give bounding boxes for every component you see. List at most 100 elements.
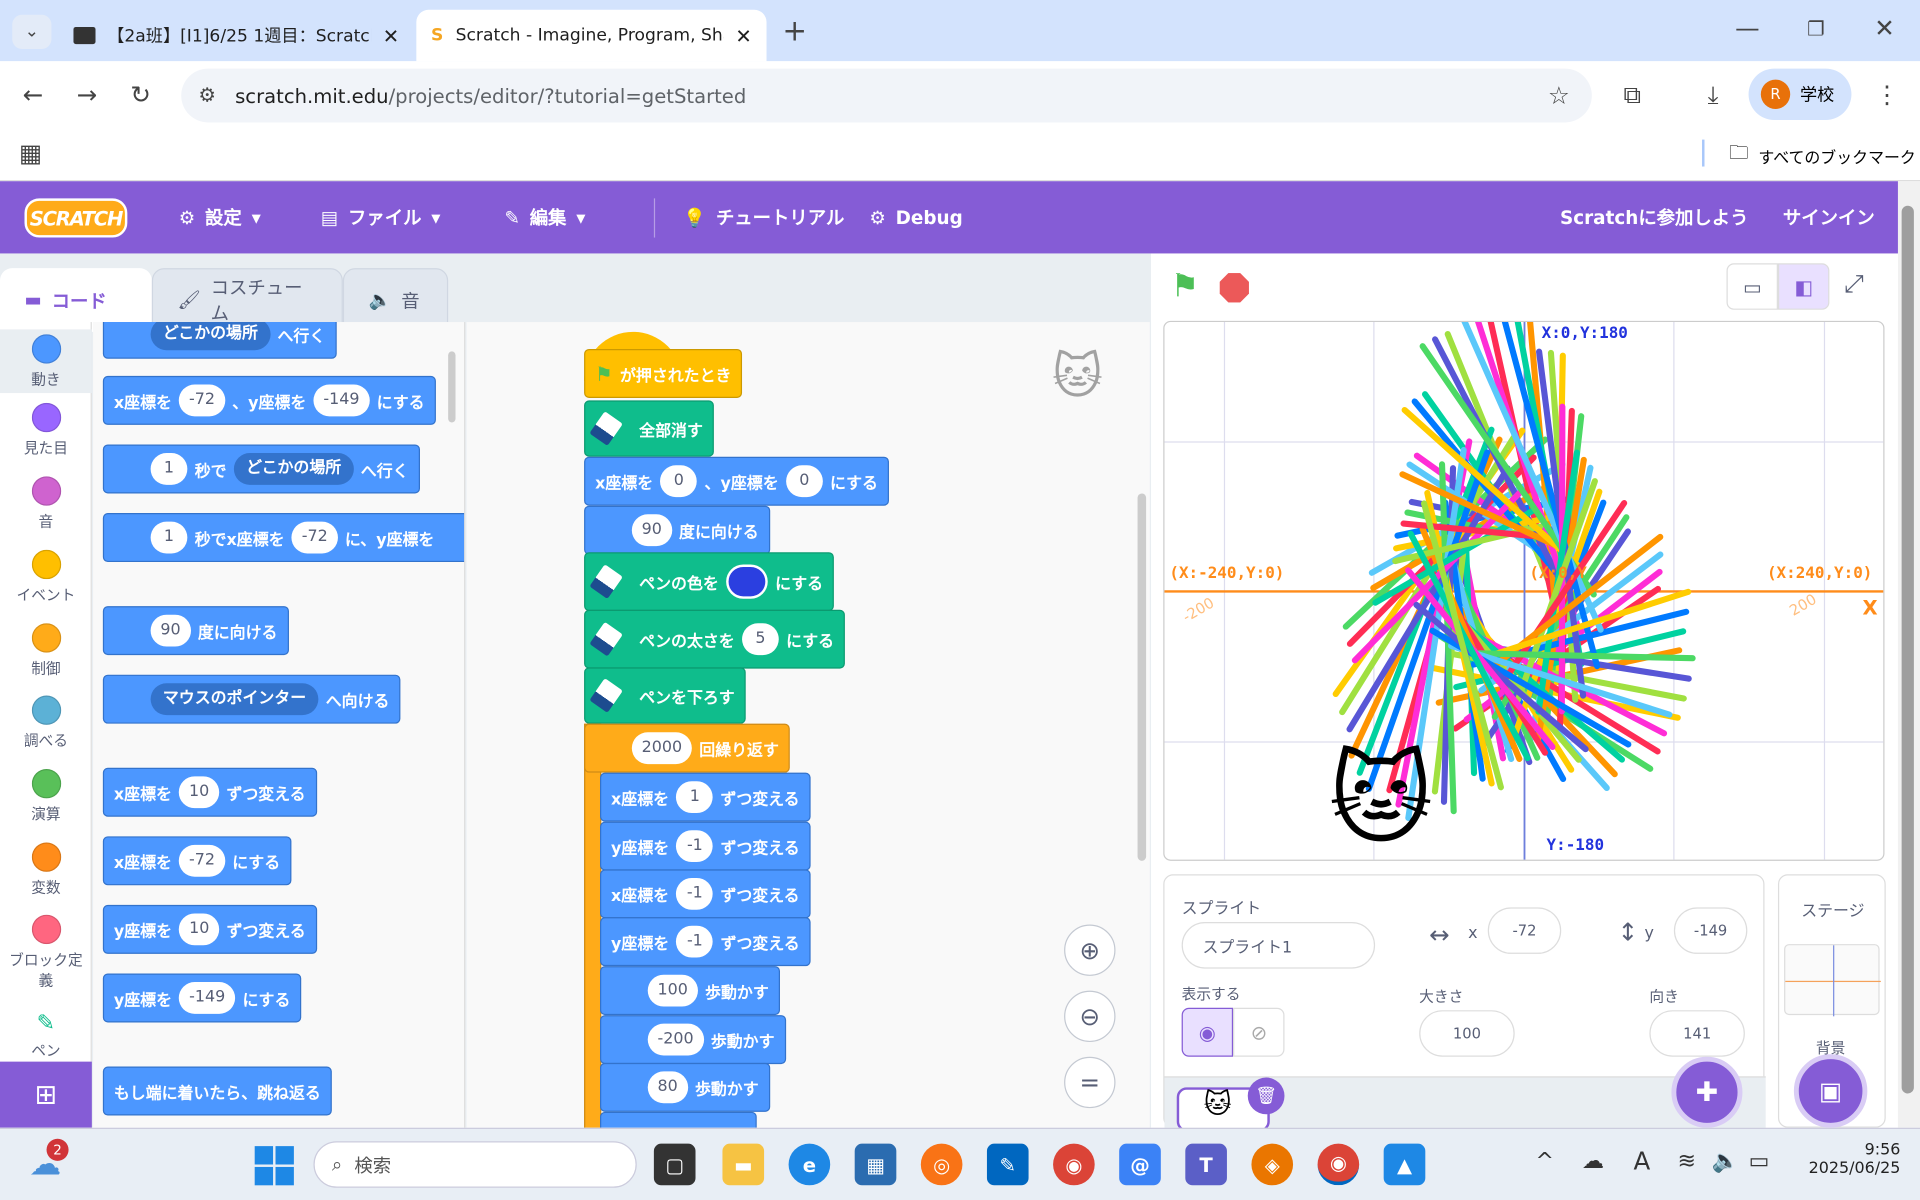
block-change-x[interactable]: x座標を 10 ずつ変える bbox=[102, 767, 317, 817]
steps-input[interactable]: 80 bbox=[647, 1071, 688, 1104]
chrome-active-icon[interactable]: ◉ bbox=[1317, 1143, 1360, 1186]
category-operators[interactable]: 演算 bbox=[0, 768, 92, 824]
store-icon[interactable]: ▦ bbox=[854, 1143, 897, 1186]
edit-menu[interactable]: ✎ 編集 ▾ bbox=[504, 181, 585, 253]
add-sprite-button[interactable]: ✚ bbox=[1671, 1056, 1743, 1128]
palette-scrollbar[interactable] bbox=[448, 351, 456, 423]
block-set-pen-size[interactable]: ペンの太さを 5 にする bbox=[584, 609, 846, 669]
tab-scratch[interactable]: S Scratch - Imagine, Program, Sha ✕ bbox=[416, 9, 767, 62]
site-info-icon[interactable]: ⚙ bbox=[198, 83, 216, 106]
wifi-icon[interactable]: ≋ bbox=[1678, 1149, 1696, 1175]
block-glide-random[interactable]: 1 秒で どこかの場所 へ行く bbox=[102, 444, 420, 494]
block-goto-random[interactable]: どこかの場所 へ行く bbox=[102, 322, 337, 359]
large-stage-button[interactable]: ◧ bbox=[1777, 263, 1830, 310]
category-events[interactable]: イベント bbox=[0, 549, 92, 605]
block-change-y[interactable]: y座標を 10 ずつ変える bbox=[102, 904, 317, 954]
category-sound[interactable]: 音 bbox=[0, 476, 92, 531]
small-stage-button[interactable]: ▭ bbox=[1726, 263, 1778, 310]
stage-canvas[interactable]: X:0,Y:180 (X:-240,Y:0) (X:0,Y (X:240,Y:0… bbox=[1163, 320, 1885, 861]
new-tab-icon[interactable]: + bbox=[779, 13, 811, 47]
scrollbar-thumb[interactable] bbox=[1901, 205, 1914, 1094]
minimize-icon[interactable]: — bbox=[1731, 12, 1763, 44]
block-change-x[interactable]: x座標を 1 ずつ変える bbox=[600, 772, 811, 822]
block-clear[interactable]: 全部消す bbox=[584, 400, 714, 457]
color-swatch[interactable] bbox=[726, 564, 768, 599]
block-goto-xy[interactable]: x座標を -72 、y座標を -149 にする bbox=[102, 375, 436, 425]
add-backdrop-button[interactable]: ▣ bbox=[1793, 1054, 1868, 1128]
page-scrollbar[interactable] bbox=[1897, 181, 1920, 1128]
block-change-y[interactable]: y座標を -1 ずつ変える bbox=[600, 917, 811, 967]
category-looks[interactable]: 見た目 bbox=[0, 402, 92, 458]
x-value-input[interactable]: -72 bbox=[291, 521, 338, 554]
block-set-pen-color[interactable]: ペンの色を にする bbox=[584, 552, 835, 612]
more-menu-icon[interactable]: ⋮ bbox=[1871, 78, 1903, 110]
script-scrollbar[interactable] bbox=[1137, 493, 1147, 861]
block-move-steps[interactable]: 80 歩動かす bbox=[600, 1062, 770, 1112]
battery-icon[interactable]: ▭ bbox=[1749, 1149, 1770, 1175]
reload-icon[interactable]: ↻ bbox=[125, 78, 157, 110]
bookmark-star-icon[interactable]: ☆ bbox=[1548, 81, 1570, 110]
volume-icon[interactable]: 🔈 bbox=[1712, 1149, 1739, 1175]
photos-icon[interactable]: ▲ bbox=[1383, 1143, 1426, 1186]
block-bounce[interactable]: もし端に着いたら、跳ね返る bbox=[102, 1066, 332, 1116]
block-change-y[interactable]: y座標を -1 ずつ変える bbox=[600, 821, 811, 871]
mail-icon[interactable]: @ bbox=[1119, 1143, 1161, 1186]
value-input[interactable]: 10 bbox=[179, 776, 220, 809]
direction-input[interactable]: 141 bbox=[1649, 1010, 1745, 1057]
onedrive-icon[interactable]: ☁ bbox=[1582, 1149, 1604, 1175]
zoom-out-button[interactable]: ⊖ bbox=[1064, 990, 1116, 1043]
steps-input[interactable]: 100 bbox=[647, 974, 698, 1007]
y-value-input[interactable]: -149 bbox=[313, 384, 370, 417]
edge-icon[interactable]: e bbox=[788, 1143, 831, 1186]
target-dropdown[interactable]: どこかの場所 bbox=[150, 322, 271, 351]
download-icon[interactable]: ⤓ bbox=[1697, 78, 1729, 110]
hide-button[interactable]: ⊘ bbox=[1233, 1007, 1285, 1057]
block-repeat[interactable]: 2000 回繰り返す bbox=[584, 723, 790, 773]
stop-button[interactable] bbox=[1219, 273, 1249, 303]
close-icon[interactable]: ✕ bbox=[383, 24, 399, 47]
show-button[interactable]: ◉ bbox=[1181, 1007, 1234, 1057]
add-extension-button[interactable]: ⊞ bbox=[0, 1061, 92, 1128]
x-value-input[interactable]: -72 bbox=[179, 384, 225, 417]
zoom-in-button[interactable]: ⊕ bbox=[1064, 924, 1116, 976]
scratch-logo[interactable]: SCRATCH bbox=[24, 198, 128, 238]
back-icon[interactable]: ← bbox=[17, 78, 49, 110]
block-set-y[interactable]: y座標を -149 にする bbox=[102, 973, 302, 1023]
whiteboard-icon[interactable]: ✎ bbox=[986, 1143, 1029, 1186]
y-input[interactable]: -149 bbox=[1673, 907, 1748, 954]
delete-sprite-button[interactable]: 🗑 bbox=[1247, 1077, 1285, 1115]
category-pen[interactable]: ✎ ペン bbox=[0, 1010, 92, 1060]
value-input[interactable]: 1 bbox=[676, 781, 714, 814]
category-motion[interactable]: 動き bbox=[0, 329, 92, 394]
ime-indicator[interactable]: A bbox=[1633, 1146, 1650, 1175]
block-move-steps[interactable]: -200 歩動かす bbox=[600, 1015, 786, 1065]
y-value-input[interactable]: 0 bbox=[785, 465, 823, 498]
clock[interactable]: 9:56 2025/06/25 bbox=[1790, 1141, 1901, 1178]
block-when-flag-clicked[interactable]: ⚑ が押されたとき bbox=[584, 348, 743, 398]
value-input[interactable]: -1 bbox=[676, 830, 714, 863]
chrome-icon[interactable]: ◉ bbox=[1053, 1143, 1095, 1186]
seconds-input[interactable]: 1 bbox=[150, 521, 188, 554]
block-point-direction[interactable]: 90 度に向ける bbox=[584, 505, 770, 555]
script-area[interactable]: ⚑ が押されたとき 全部消す x座標を 0 、y座標を 0 にする 90 度に向ける ペンの… bbox=[466, 322, 1150, 1128]
tab-classroom[interactable]: 【2a班】[I1]6/25 1週目：Scratch ✕ bbox=[59, 10, 414, 61]
value-input[interactable]: -1 bbox=[676, 877, 714, 910]
category-variables[interactable]: 変数 bbox=[0, 842, 92, 897]
app-icon[interactable]: ◎ bbox=[920, 1143, 963, 1186]
green-flag-button[interactable]: ⚑ bbox=[1171, 268, 1200, 305]
size-input[interactable]: 5 bbox=[742, 623, 779, 656]
value-input[interactable]: 10 bbox=[179, 913, 220, 946]
value-input[interactable]: -72 bbox=[179, 844, 225, 877]
join-scratch-link[interactable]: Scratchに参加しよう bbox=[1560, 181, 1749, 253]
category-sensing[interactable]: 調べる bbox=[0, 695, 92, 751]
block-partial[interactable] bbox=[600, 1111, 757, 1128]
value-input[interactable]: -1 bbox=[676, 925, 714, 958]
seconds-input[interactable]: 1 bbox=[150, 453, 188, 485]
block-change-x[interactable]: x座標を -1 ずつ変える bbox=[600, 869, 811, 919]
block-goto-xy[interactable]: x座標を 0 、y座標を 0 にする bbox=[584, 456, 889, 506]
file-menu[interactable]: ▤ ファイル ▾ bbox=[321, 181, 441, 253]
settings-menu[interactable]: ⚙ 設定 ▾ bbox=[179, 181, 261, 253]
teams-icon[interactable]: T bbox=[1185, 1143, 1227, 1186]
tab-search-chevron-icon[interactable]: ⌄ bbox=[12, 14, 52, 49]
all-bookmarks-button[interactable]: 🗀 すべてのブックマーク bbox=[1729, 140, 1916, 173]
